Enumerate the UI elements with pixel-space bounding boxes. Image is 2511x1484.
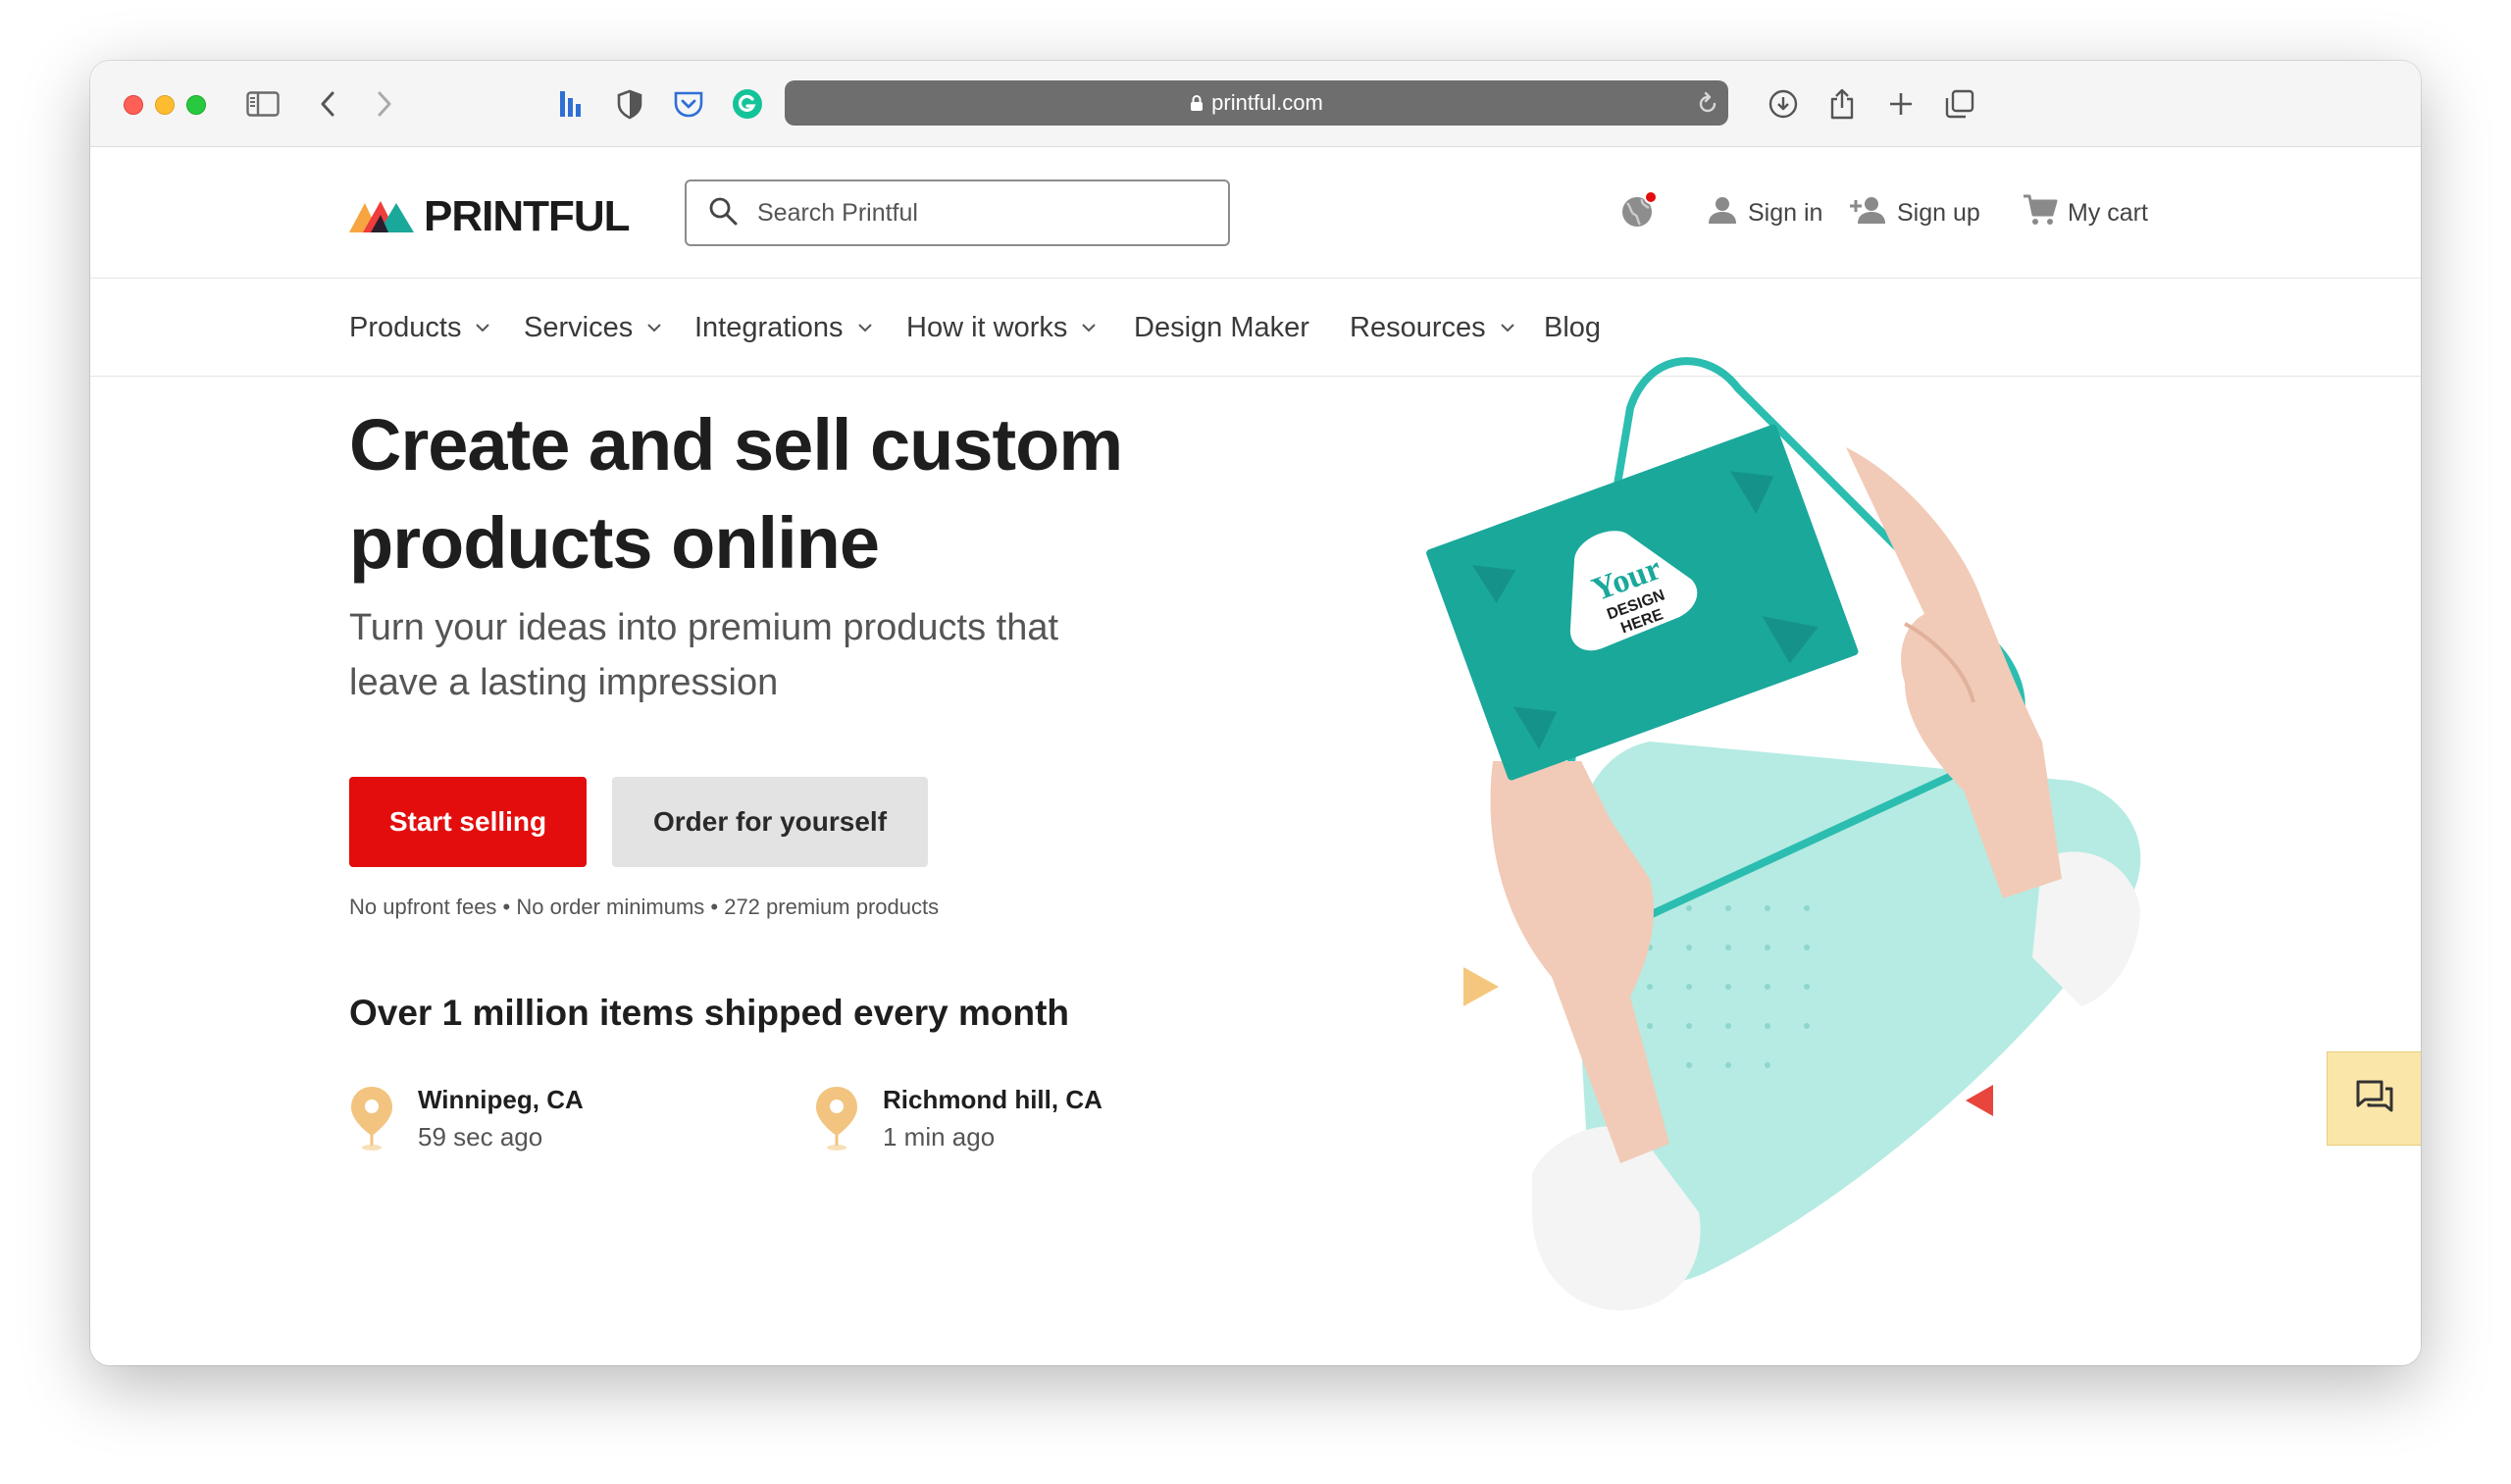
location-pin-icon [349,1085,394,1158]
privacy-shield-icon[interactable] [610,84,649,124]
reload-icon[interactable] [1697,91,1718,121]
yellow-triangle-shape [1463,967,1499,1006]
browser-window: printful.com PRINTFUL Search Printful Si… [90,61,2421,1365]
recent-order-item: Richmond hill, CA 1 min ago [814,1081,1102,1158]
close-window-button[interactable] [124,95,143,115]
zoom-window-button[interactable] [186,95,206,115]
chat-icon [2355,1079,2394,1119]
user-icon [1707,194,1738,232]
nav-label: Services [524,311,634,343]
hero-subtitle: Turn your ideas into premium products th… [349,600,1134,710]
recent-order-item: Winnipeg, CA 59 sec ago [349,1081,584,1158]
pocket-icon[interactable] [669,84,708,124]
order-city: Winnipeg, CA [418,1085,584,1114]
shipped-heading: Over 1 million items shipped every month [349,993,1070,1033]
hero-title: Create and sell custom products online [349,396,1232,592]
chevron-down-icon [475,323,490,333]
grammarly-icon[interactable] [728,84,767,124]
cart-label: My cart [2068,198,2148,227]
search-icon [708,196,738,230]
forward-arrow-icon[interactable] [365,84,404,124]
sign-in-link[interactable]: Sign in [1707,190,1822,235]
sign-up-link[interactable]: Sign up [1850,190,1980,235]
add-user-icon [1850,194,1887,232]
address-bar[interactable]: printful.com [785,80,1728,126]
hero-illustration: Your DESIGN HERE [1426,357,2141,1310]
tab-overview-icon[interactable] [1940,84,1979,124]
url-text: printful.com [1211,90,1323,115]
design-card: Your DESIGN HERE [1426,424,1859,781]
chevron-down-icon [857,323,873,333]
new-tab-plus-icon[interactable] [1881,84,1921,124]
hero-subtitle-line: leave a lasting impression [349,662,779,703]
minimize-window-button[interactable] [155,95,175,115]
order-city: Richmond hill, CA [883,1085,1102,1114]
fine-print: No upfront fees • No order minimums • 27… [349,895,940,919]
nav-item-how-it-works[interactable]: How it works [906,279,1097,377]
nav-label: How it works [906,311,1068,343]
sidebar-toggle-icon[interactable] [243,84,282,124]
nav-item-products[interactable]: Products [349,279,490,377]
region-globe-button[interactable] [1618,189,1660,237]
cart-icon [2023,193,2058,233]
start-selling-button[interactable]: Start selling [349,777,587,867]
cart-link[interactable]: My cart [2023,190,2148,235]
lock-icon [1190,94,1204,112]
chevron-down-icon [1081,323,1097,333]
back-arrow-icon[interactable] [308,84,347,124]
nav-item-services[interactable]: Services [524,279,662,377]
browser-toolbar: printful.com [90,61,2421,147]
hero-subtitle-line: Turn your ideas into premium products th… [349,607,1059,648]
nav-item-design-maker[interactable]: Design Maker [1134,279,1309,377]
nav-label: Products [349,311,462,343]
order-time: 1 min ago [883,1122,996,1151]
sign-up-label: Sign up [1897,198,1980,227]
search-input[interactable] [757,198,1189,228]
webpage: PRINTFUL Sign in [90,147,2421,1365]
share-icon[interactable] [1822,84,1862,124]
order-for-yourself-button[interactable]: Order for yourself [612,777,928,867]
logo-mark-icon [349,201,414,232]
extension-bars-icon[interactable] [551,84,590,124]
nav-label: Integrations [694,311,844,343]
hero-title-line: products online [349,502,880,584]
nav-item-integrations[interactable]: Integrations [694,279,873,377]
chevron-down-icon [646,323,662,333]
printful-logo[interactable]: PRINTFUL [349,192,631,241]
order-time: 59 sec ago [418,1122,543,1151]
hero-title-line: Create and sell custom [349,404,1123,486]
downloads-icon[interactable] [1764,84,1803,124]
sign-in-label: Sign in [1748,198,1823,227]
chat-button[interactable] [2327,1051,2421,1146]
search-box[interactable] [685,179,1230,246]
site-header: PRINTFUL Sign in [90,147,2421,279]
red-triangle-shape [1966,1085,1993,1116]
globe-icon [1618,189,1660,237]
nav-label: Design Maker [1134,311,1309,343]
logo-text: PRINTFUL [424,192,631,240]
location-pin-icon [814,1085,859,1158]
